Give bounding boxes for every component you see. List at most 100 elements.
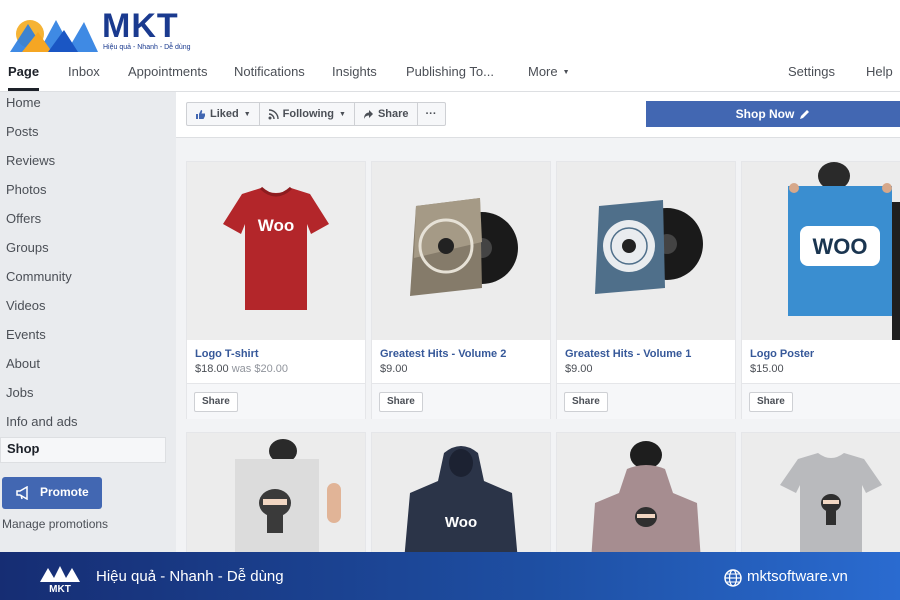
product-title[interactable]: Logo Poster	[750, 348, 814, 360]
product-image[interactable]: Woo	[372, 433, 550, 561]
brand-tagline: Hiệu quả - Nhanh - Dễ dùng	[103, 44, 191, 51]
product-share-button[interactable]: Share	[564, 392, 608, 412]
sidebar-item-reviews[interactable]: Reviews	[0, 150, 166, 176]
product-share-button[interactable]: Share	[379, 392, 423, 412]
product-card[interactable]: WOO Logo Poster $15.00 Share	[741, 161, 900, 419]
sidebar-item-shop[interactable]: Shop	[0, 437, 166, 463]
woo-poster-image: WOO	[742, 162, 900, 340]
product-card[interactable]: Woo	[371, 432, 551, 562]
original-price: was $20.00	[231, 363, 288, 375]
product-share-area: Share	[557, 383, 735, 419]
sidebar-item-groups[interactable]: Groups	[0, 237, 166, 263]
product-share-area: Share	[187, 383, 365, 419]
sidebar-item-community[interactable]: Community	[0, 266, 166, 292]
svg-text:Woo: Woo	[445, 514, 477, 531]
tab-publishing-tools[interactable]: Publishing To...	[406, 64, 494, 79]
current-price: $9.00	[565, 363, 593, 375]
globe-icon	[724, 569, 742, 587]
tab-notifications[interactable]: Notifications	[234, 64, 305, 79]
product-share-area: Share	[372, 383, 550, 419]
sidebar-item-about[interactable]: About	[0, 353, 166, 379]
brand-header: MKT Hiệu quả - Nhanh - Dễ dùng	[0, 0, 900, 58]
vinyl-album-dark-image	[372, 162, 550, 340]
product-share-area: Share	[742, 383, 900, 419]
following-button[interactable]: Following ▼	[260, 103, 355, 125]
tab-appointments[interactable]: Appointments	[128, 64, 208, 79]
page-action-bar: Liked ▼ Following ▼ Share ··· Shop Now	[176, 92, 900, 138]
caret-down-icon: ▼	[562, 69, 570, 76]
tab-more[interactable]: More ▼	[528, 64, 570, 79]
promote-button[interactable]: Promote	[2, 477, 102, 509]
sidebar-item-jobs[interactable]: Jobs	[0, 382, 166, 408]
product-image[interactable]	[187, 433, 365, 561]
product-image[interactable]: Woo	[187, 162, 365, 340]
product-image[interactable]	[372, 162, 550, 340]
tab-help[interactable]: Help	[866, 64, 893, 79]
liked-button[interactable]: Liked ▼	[187, 103, 260, 125]
thumbs-up-icon	[196, 109, 205, 119]
page-action-buttons: Liked ▼ Following ▼ Share ···	[186, 102, 446, 126]
tab-settings[interactable]: Settings	[788, 64, 835, 79]
liked-label: Liked	[210, 108, 239, 120]
vinyl-album-blue-image	[557, 162, 735, 340]
current-price: $9.00	[380, 363, 408, 375]
product-card[interactable]: Woo Logo T-shirt $18.00 was $20.00 Share	[186, 161, 366, 419]
share-page-button[interactable]: Share	[355, 103, 418, 125]
product-title[interactable]: Greatest Hits - Volume 2	[380, 348, 506, 360]
manage-promotions-link[interactable]: Manage promotions	[2, 517, 108, 531]
svg-text:Woo: Woo	[258, 216, 295, 235]
product-image[interactable]: WOO	[742, 162, 900, 340]
product-share-button[interactable]: Share	[749, 392, 793, 412]
footer-tagline: Hiệu quả - Nhanh - Dễ dùng	[96, 568, 284, 585]
product-image[interactable]	[557, 433, 735, 561]
pencil-icon	[800, 109, 810, 119]
current-price: $18.00	[195, 363, 229, 375]
grey-tshirt-image	[742, 433, 900, 561]
shop-now-button[interactable]: Shop Now	[646, 101, 900, 127]
mkt-footer-logo-icon: MKT	[40, 566, 80, 594]
following-label: Following	[282, 108, 334, 120]
svg-text:MKT: MKT	[49, 584, 71, 594]
sidebar-item-offers[interactable]: Offers	[0, 208, 166, 234]
share-label: Share	[377, 108, 409, 120]
sidebar-item-posts[interactable]: Posts	[0, 121, 166, 147]
sidebar-item-photos[interactable]: Photos	[0, 179, 166, 205]
tab-page[interactable]: Page	[8, 64, 40, 91]
product-share-button[interactable]: Share	[194, 392, 238, 412]
red-tshirt-image: Woo	[187, 162, 365, 340]
page-tab-bar: Page Inbox Appointments Notifications In…	[0, 58, 900, 92]
product-price: $15.00	[750, 363, 784, 375]
tab-inbox[interactable]: Inbox	[68, 64, 100, 79]
tab-more-label: More	[528, 64, 558, 79]
ninja-poster-image	[187, 433, 365, 561]
product-card[interactable]	[186, 432, 366, 562]
product-card[interactable]	[556, 432, 736, 562]
tab-insights[interactable]: Insights	[332, 64, 377, 79]
sidebar-item-videos[interactable]: Videos	[0, 295, 166, 321]
product-card[interactable]: Greatest Hits - Volume 1 $9.00 Share	[556, 161, 736, 419]
product-image[interactable]	[742, 433, 900, 561]
brand-footer: MKT Hiệu quả - Nhanh - Dễ dùng mktsoftwa…	[0, 552, 900, 600]
more-options-button[interactable]: ···	[418, 103, 445, 125]
rss-icon	[268, 108, 279, 119]
caret-down-icon: ▼	[339, 110, 346, 118]
share-arrow-icon	[363, 109, 373, 119]
product-card[interactable]	[741, 432, 900, 562]
sidebar-item-info-and-ads[interactable]: Info and ads	[0, 411, 166, 437]
footer-website-link[interactable]: mktsoftware.vn	[747, 568, 848, 585]
sidebar-item-events[interactable]: Events	[0, 324, 166, 350]
product-title[interactable]: Logo T-shirt	[195, 348, 259, 360]
sidebar-item-home[interactable]: Home	[0, 92, 166, 118]
product-image[interactable]	[557, 162, 735, 340]
navy-hoodie-image: Woo	[372, 433, 550, 561]
promote-label: Promote	[40, 485, 89, 499]
mauve-hoodie-image	[557, 433, 735, 561]
page-sidebar: Home Posts Reviews Photos Offers Groups …	[0, 92, 176, 552]
product-title[interactable]: Greatest Hits - Volume 1	[565, 348, 691, 360]
product-grid: Woo Logo T-shirt $18.00 was $20.00 Share	[176, 138, 900, 562]
product-card[interactable]: Greatest Hits - Volume 2 $9.00 Share	[371, 161, 551, 419]
shop-main: Liked ▼ Following ▼ Share ··· Shop Now W…	[176, 92, 900, 562]
shop-now-label: Shop Now	[735, 107, 795, 121]
product-price: $18.00 was $20.00	[195, 363, 288, 375]
megaphone-icon	[16, 486, 28, 500]
